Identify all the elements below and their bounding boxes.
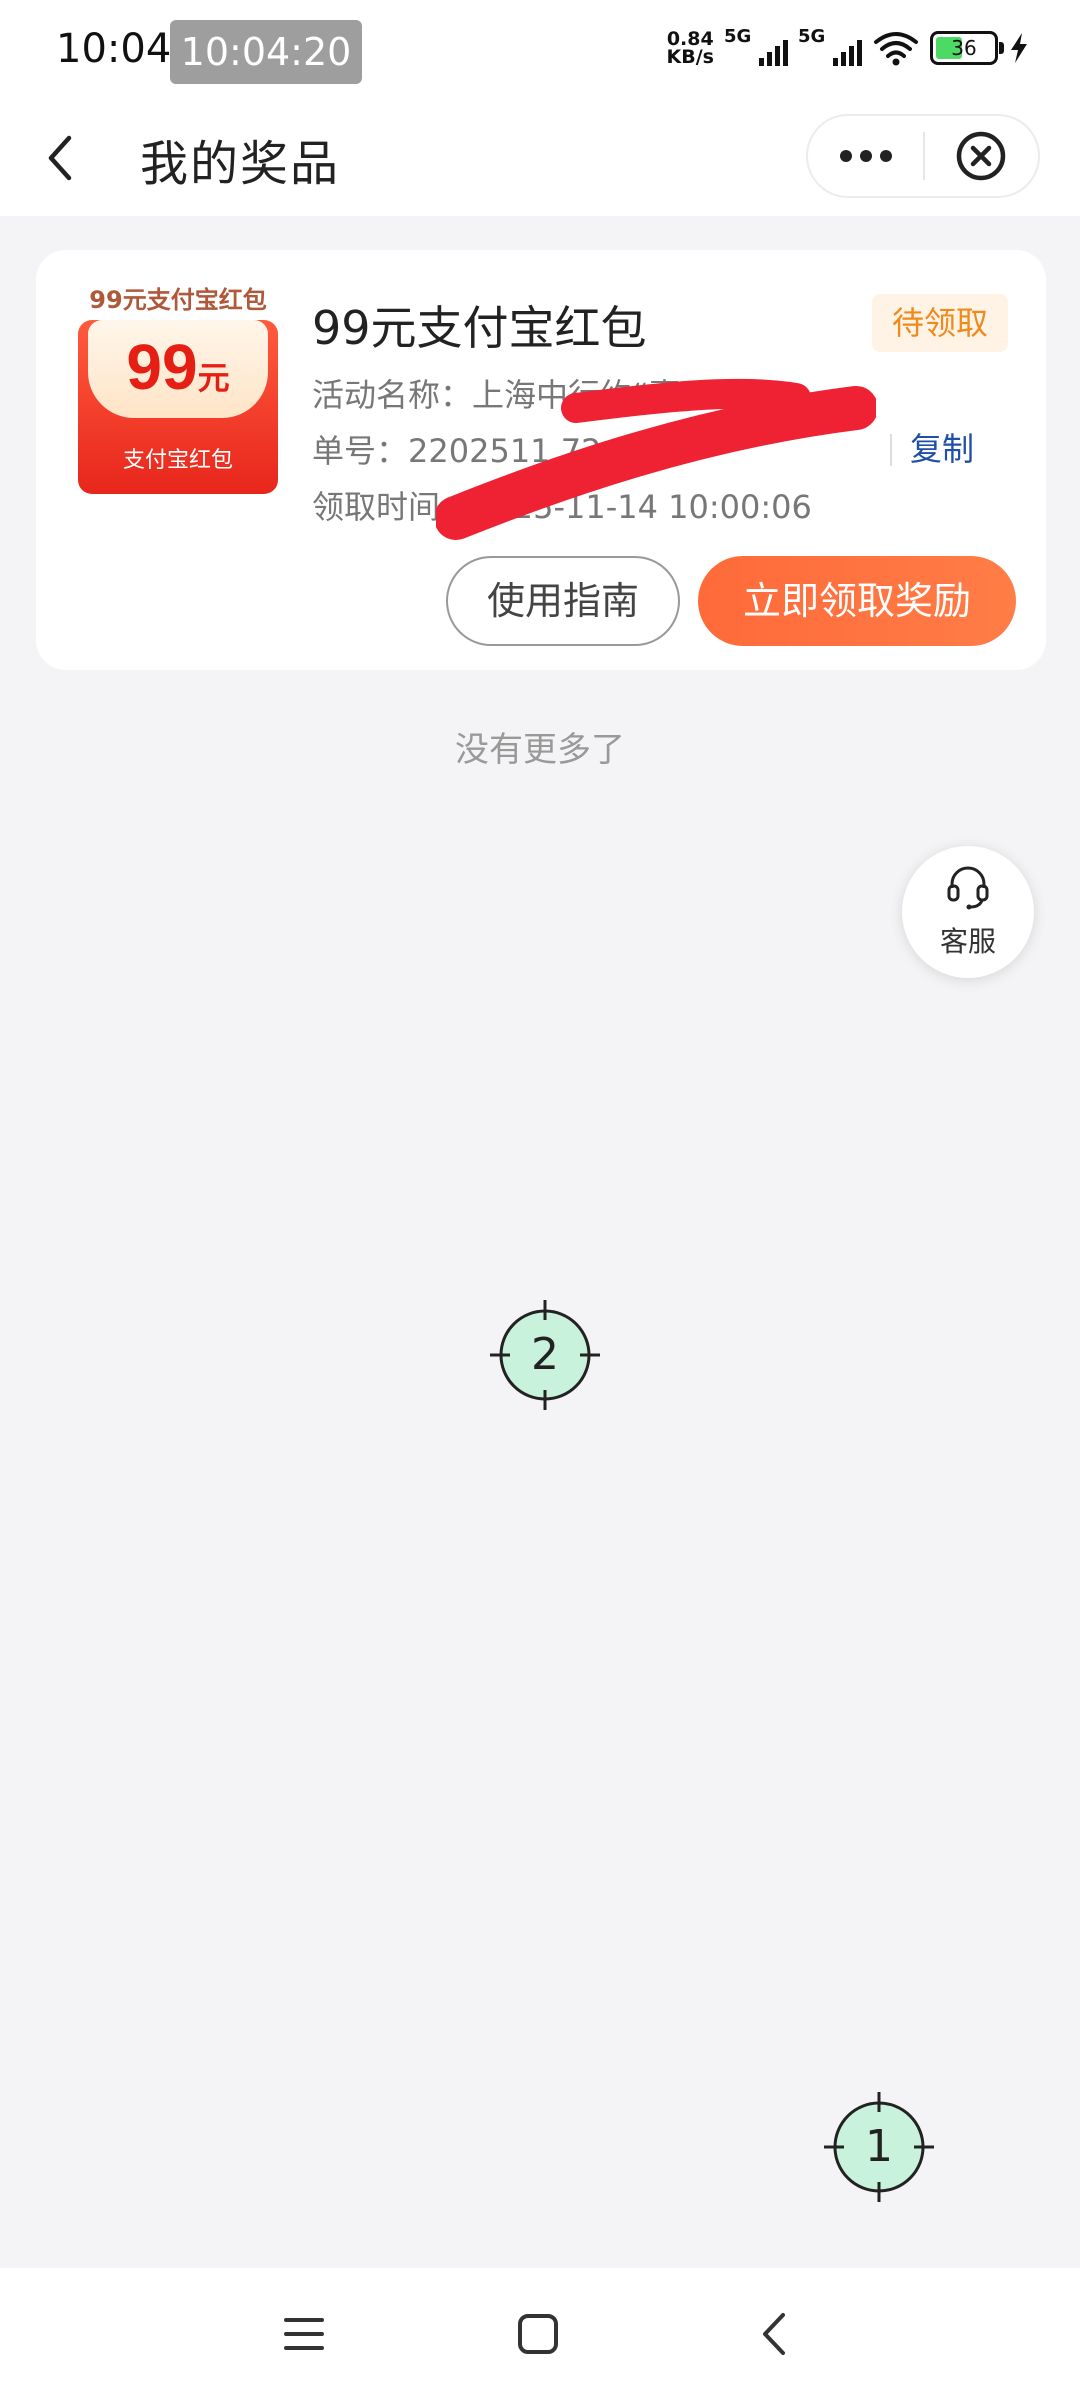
copy-divider <box>890 434 892 466</box>
charging-bolt-icon <box>1011 33 1027 63</box>
more-button[interactable] <box>808 114 923 198</box>
system-nav-bar <box>0 2268 1080 2400</box>
time-value: 2025-11-14 10:00:06 <box>472 488 812 526</box>
activity-value: 上海中行约“惠”双十一 <box>472 376 794 414</box>
claim-reward-button[interactable]: 立即领取奖励 <box>698 556 1016 646</box>
target-marker-1: 1 <box>824 2092 934 2202</box>
voucher-top: 99元 <box>88 320 268 418</box>
status-time: 10:04 <box>56 26 172 72</box>
back-arrow-icon <box>48 135 72 181</box>
marker-number: 1 <box>865 2121 893 2172</box>
voucher-body: 99元 支付宝红包 <box>78 320 278 494</box>
status-bar: 10:04 10:04:20 0.84 KB/s 5G 5G 36 <box>0 0 1080 100</box>
battery-icon: 36 <box>930 31 1004 65</box>
activity-label: 活动名称： <box>312 376 473 414</box>
claim-time-row: 领取时间：2025-11-14 10:00:06 <box>312 482 812 528</box>
recent-apps-button[interactable] <box>268 2298 340 2370</box>
copy-button[interactable]: 复制 <box>910 424 974 470</box>
signal-sim1-icon: 5G <box>724 26 788 68</box>
sim2-label: 5G <box>798 26 826 47</box>
net-speed-unit: KB/s <box>666 46 714 68</box>
status-badge: 待领取 <box>872 294 1008 352</box>
battery-level: 36 <box>951 36 977 60</box>
wifi-icon <box>874 32 918 66</box>
voucher-image: 99元支付宝红包 99元 支付宝红包 <box>78 280 278 510</box>
page-header: 我的奖品 <box>0 100 1080 216</box>
order-row: 单号：2202511 7241 <box>312 426 642 472</box>
menu-icon <box>284 2318 324 2350</box>
close-button[interactable] <box>925 114 1038 198</box>
back-chevron-icon <box>763 2313 785 2355</box>
home-square-icon <box>518 2314 558 2354</box>
time-label: 领取时间： <box>312 488 473 526</box>
headset-icon <box>947 866 989 910</box>
back-button[interactable] <box>30 126 90 190</box>
target-marker-2: 2 <box>490 1300 600 1410</box>
sim1-label: 5G <box>724 26 752 47</box>
signal-sim2-icon: 5G <box>798 26 862 68</box>
system-back-button[interactable] <box>738 2298 810 2370</box>
voucher-amount: 99 <box>126 331 198 403</box>
close-circle-icon <box>957 131 1006 181</box>
order-label: 单号： <box>312 432 409 470</box>
home-button[interactable] <box>502 2298 574 2370</box>
page-title: 我的奖品 <box>140 136 341 192</box>
customer-service-button[interactable]: 客服 <box>902 846 1034 978</box>
customer-service-label: 客服 <box>939 925 996 958</box>
usage-guide-button[interactable]: 使用指南 <box>446 556 680 646</box>
status-icons: 0.84 KB/s 5G 5G 36 <box>666 26 1030 68</box>
list-end-text: 没有更多了 <box>455 730 625 770</box>
marker-number: 2 <box>531 1329 559 1380</box>
voucher-brand: 支付宝红包 <box>122 448 233 473</box>
more-dots-icon <box>839 150 892 162</box>
prize-card: 99元支付宝红包 99元 支付宝红包 99元支付宝红包 待领取 活动名称：上海中… <box>36 250 1046 670</box>
net-speed: 0.84 KB/s <box>666 30 714 68</box>
voucher-caption: 99元支付宝红包 <box>89 286 267 314</box>
prize-name: 99元支付宝红包 <box>312 301 647 355</box>
activity-row: 活动名称：上海中行约“惠”双十一 <box>312 370 793 416</box>
mini-program-capsule <box>806 114 1040 198</box>
clock-chip: 10:04:20 <box>170 20 362 84</box>
order-value: 2202511 7241 <box>408 432 643 470</box>
voucher-amount-line: 99元 <box>88 330 268 415</box>
voucher-unit: 元 <box>197 360 230 396</box>
